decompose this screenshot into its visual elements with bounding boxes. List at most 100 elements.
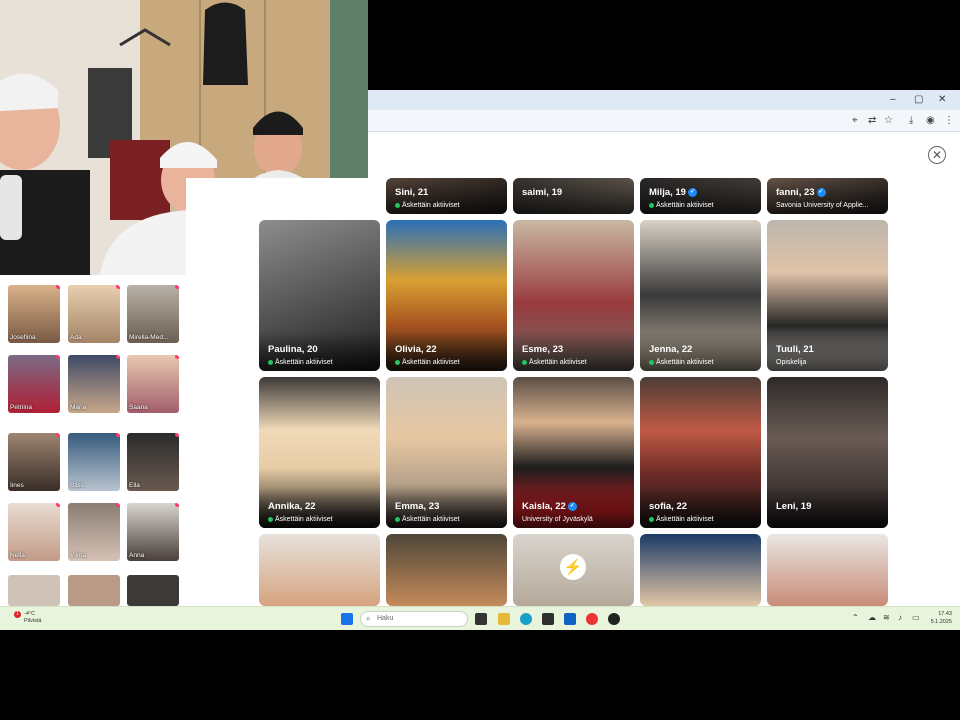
match-thumbnail[interactable]: Ella [127,433,179,491]
minimize-button[interactable]: – [890,94,896,105]
thumbnail-name: Petriina [10,404,33,411]
screen: – ▢ ✕ ⌖ ⇄ ☆ ⤓ ◉ ⋮ ✕ Sini, 21 Äskettäin ak… [0,0,960,720]
boost-bolt-icon[interactable]: ⚡ [560,554,586,580]
new-match-dot-icon [116,503,120,507]
match-thumbnail[interactable]: Anna [127,503,179,561]
active-dot-icon [522,360,527,365]
store-icon[interactable] [542,613,554,625]
thumbnail-name: Viima [70,552,87,559]
cloud-icon[interactable]: ☁ [868,613,876,622]
match-thumbnail[interactable]: Maria [68,355,120,413]
verified-badge-icon: ✓ [816,187,826,197]
thumbnail-name: Ada [70,334,82,341]
match-thumbnail[interactable]: Ada [68,285,120,343]
tray-chevron-icon[interactable]: ⌃ [852,613,859,622]
thumbnail-name: Maria [70,404,87,411]
search-icon: ⌕ [366,614,371,623]
profile-name: Sini, 21 [395,187,428,198]
match-thumbnail[interactable]: Bliss [68,433,120,491]
new-match-dot-icon [116,355,120,359]
profile-name: Esme, 23 [522,344,563,355]
close-window-button[interactable]: ✕ [938,94,946,105]
match-thumbnail[interactable] [68,575,120,606]
close-dialog-button[interactable]: ✕ [928,146,946,164]
profile-card[interactable] [767,534,888,606]
profile-status: Äskettäin aktiiviset [649,202,714,209]
profile-name: Jenna, 22 [649,344,692,355]
profile-name: Kaisla, 22 ✓ [522,501,577,512]
profile-card[interactable]: Sini, 21 Äskettäin aktiiviset [386,178,507,214]
profile-icon[interactable]: ◉ [926,115,935,126]
file-explorer-icon[interactable] [498,613,510,625]
profile-card[interactable]: Emma, 23 Äskettäin aktiiviset [386,377,507,528]
profile-card[interactable]: saimi, 19 [513,178,634,214]
new-match-dot-icon [116,285,120,289]
profile-name-text: fanni, 23 [776,187,815,198]
chrome-browser-icon[interactable] [586,613,598,625]
status-text: Äskettäin aktiiviset [402,359,460,366]
volume-icon[interactable]: ♪ [898,613,902,622]
match-thumbnail[interactable]: Petriina [8,355,60,413]
match-thumbnail[interactable] [127,575,179,606]
download-icon[interactable]: ⤓ [909,115,913,126]
browser-title-bar: – ▢ ✕ [368,90,960,110]
profile-card[interactable]: fanni, 23 ✓ Savonia University of Applie..… [767,178,888,214]
profile-card[interactable]: Kaisla, 22 ✓ University of Jyväskylä [513,377,634,528]
match-thumbnail[interactable] [8,575,60,606]
menu-dots-icon[interactable]: ⋮ [944,115,954,126]
status-text: Savonia University of Applie... [776,202,869,209]
maximize-button[interactable]: ▢ [914,94,923,105]
profile-status: Äskettäin aktiiviset [522,359,587,366]
profile-card[interactable]: Tuuli, 21 Opiskelija [767,220,888,371]
translate-icon[interactable]: ⇄ [868,115,876,126]
match-thumbnail[interactable]: Josefiina [8,285,60,343]
profile-card[interactable]: Leni, 19 [767,377,888,528]
status-text: Äskettäin aktiiviset [402,202,460,209]
profile-card[interactable]: sofia, 22 Äskettäin aktiiviset [640,377,761,528]
new-match-dot-icon [175,285,179,289]
match-thumbnail[interactable]: Viima [68,503,120,561]
status-text: Äskettäin aktiiviset [656,359,714,366]
star-bookmark-icon[interactable]: ☆ [884,115,893,126]
profile-card[interactable]: ⚡ [513,534,634,606]
profile-card[interactable] [386,534,507,606]
battery-icon[interactable]: ▭ [912,613,920,622]
match-thumbnail[interactable]: Nella [8,503,60,561]
active-dot-icon [649,360,654,365]
browser-toolbar: ⌖ ⇄ ☆ ⤓ ◉ ⋮ [368,110,960,132]
profile-name: Olivia, 22 [395,344,437,355]
wifi-icon[interactable]: ≋ [883,613,890,622]
active-dot-icon [268,360,273,365]
obs-recorder-icon[interactable] [608,613,620,625]
outlook-icon[interactable] [564,613,576,625]
match-thumbnail[interactable]: Iines [8,433,60,491]
system-clock[interactable]: 17.43 5.1.2025 [931,610,952,626]
profile-name: fanni, 23 ✓ [776,187,826,198]
profile-card[interactable]: Olivia, 22 Äskettäin aktiiviset [386,220,507,371]
profile-name-text: Paulina, 20 [268,344,318,355]
thumbnail-name: Bliss [70,482,84,489]
profile-card[interactable]: Annika, 22 Äskettäin aktiiviset [259,377,380,528]
profile-card[interactable]: Paulina, 20 Äskettäin aktiiviset [259,220,380,371]
windows-start-icon[interactable] [341,613,353,625]
profile-card[interactable]: Esme, 23 Äskettäin aktiiviset [513,220,634,371]
task-view-icon[interactable] [475,613,487,625]
profile-card[interactable]: Jenna, 22 Äskettäin aktiiviset [640,220,761,371]
taskbar-search-input[interactable]: ⌕ Haku [360,611,468,627]
match-thumbnail[interactable]: Mirella-Med... [127,285,179,343]
profile-card[interactable]: Milja, 19 ✓ Äskettäin aktiiviset [640,178,761,214]
active-dot-icon [649,517,654,522]
status-text: Opiskelija [776,359,807,366]
thumbnail-name: Saana [129,404,148,411]
match-thumbnail[interactable]: Saana [127,355,179,413]
notification-badge: 1 [14,611,21,618]
status-text: Äskettäin aktiiviset [275,516,333,523]
search-placeholder: Haku [377,615,394,622]
profile-card[interactable] [259,534,380,606]
active-dot-icon [395,203,400,208]
edge-browser-icon[interactable] [520,613,532,625]
profile-card[interactable] [640,534,761,606]
location-icon[interactable]: ⌖ [852,115,858,126]
new-match-dot-icon [175,503,179,507]
weather-widget[interactable]: 1 -4°C Pilvistä [8,611,41,627]
